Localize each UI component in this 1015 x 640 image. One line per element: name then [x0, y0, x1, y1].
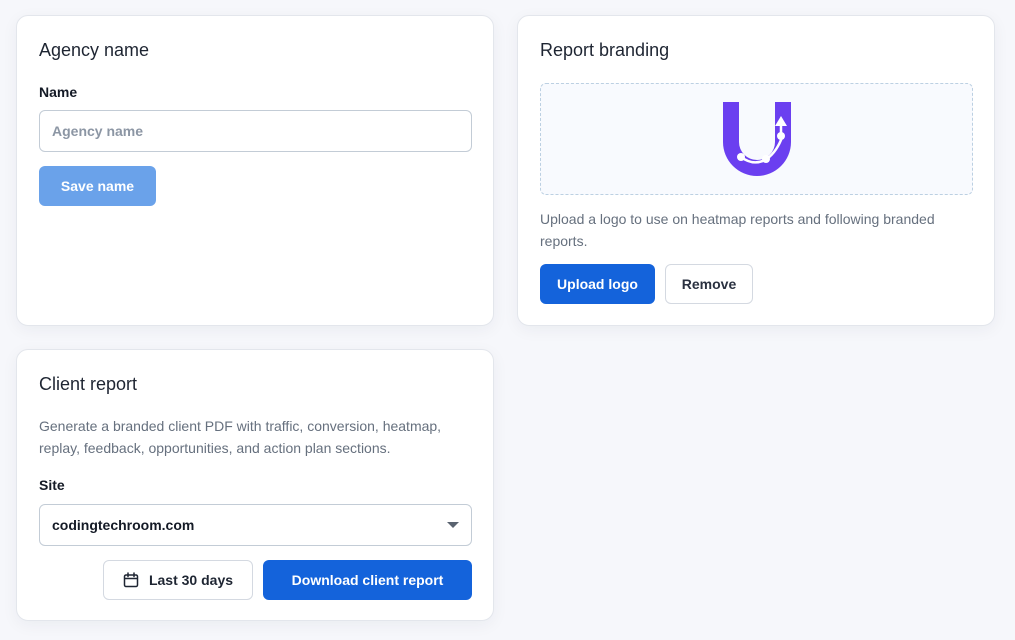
date-range-button[interactable]: Last 30 days: [103, 560, 253, 600]
client-report-card: Client report Generate a branded client …: [16, 349, 494, 621]
chevron-down-icon: [447, 522, 459, 528]
site-select[interactable]: codingtechroom.com: [39, 504, 472, 546]
agency-name-input[interactable]: [39, 110, 472, 152]
download-client-report-label: Download client report: [291, 572, 444, 588]
report-branding-card: Report branding Upload a logo to use on …: [517, 15, 995, 326]
client-report-title: Client report: [39, 374, 138, 394]
save-name-label: Save name: [60, 178, 135, 194]
agency-name-title: Agency name: [39, 40, 150, 60]
calendar-icon: [123, 572, 139, 588]
site-select-value: codingtechroom.com: [52, 517, 195, 533]
site-label: Site: [39, 477, 65, 493]
remove-logo-label: Remove: [681, 276, 737, 292]
name-label: Name: [39, 84, 78, 100]
save-name-button[interactable]: Save name: [39, 166, 156, 206]
agency-name-card: Agency name Name Save name: [16, 15, 494, 326]
upload-logo-label: Upload logo: [557, 276, 638, 292]
upload-logo-button[interactable]: Upload logo: [540, 264, 655, 304]
u-logo-icon: [722, 102, 791, 176]
remove-logo-button[interactable]: Remove: [665, 264, 753, 304]
download-client-report-button[interactable]: Download client report: [263, 560, 472, 600]
branding-description: Upload a logo to use on heatmap reports …: [540, 211, 935, 249]
report-branding-title: Report branding: [540, 40, 670, 60]
logo-dropzone[interactable]: [540, 83, 973, 195]
client-report-description: Generate a branded client PDF with traff…: [39, 418, 442, 456]
date-range-label: Last 30 days: [148, 572, 234, 588]
